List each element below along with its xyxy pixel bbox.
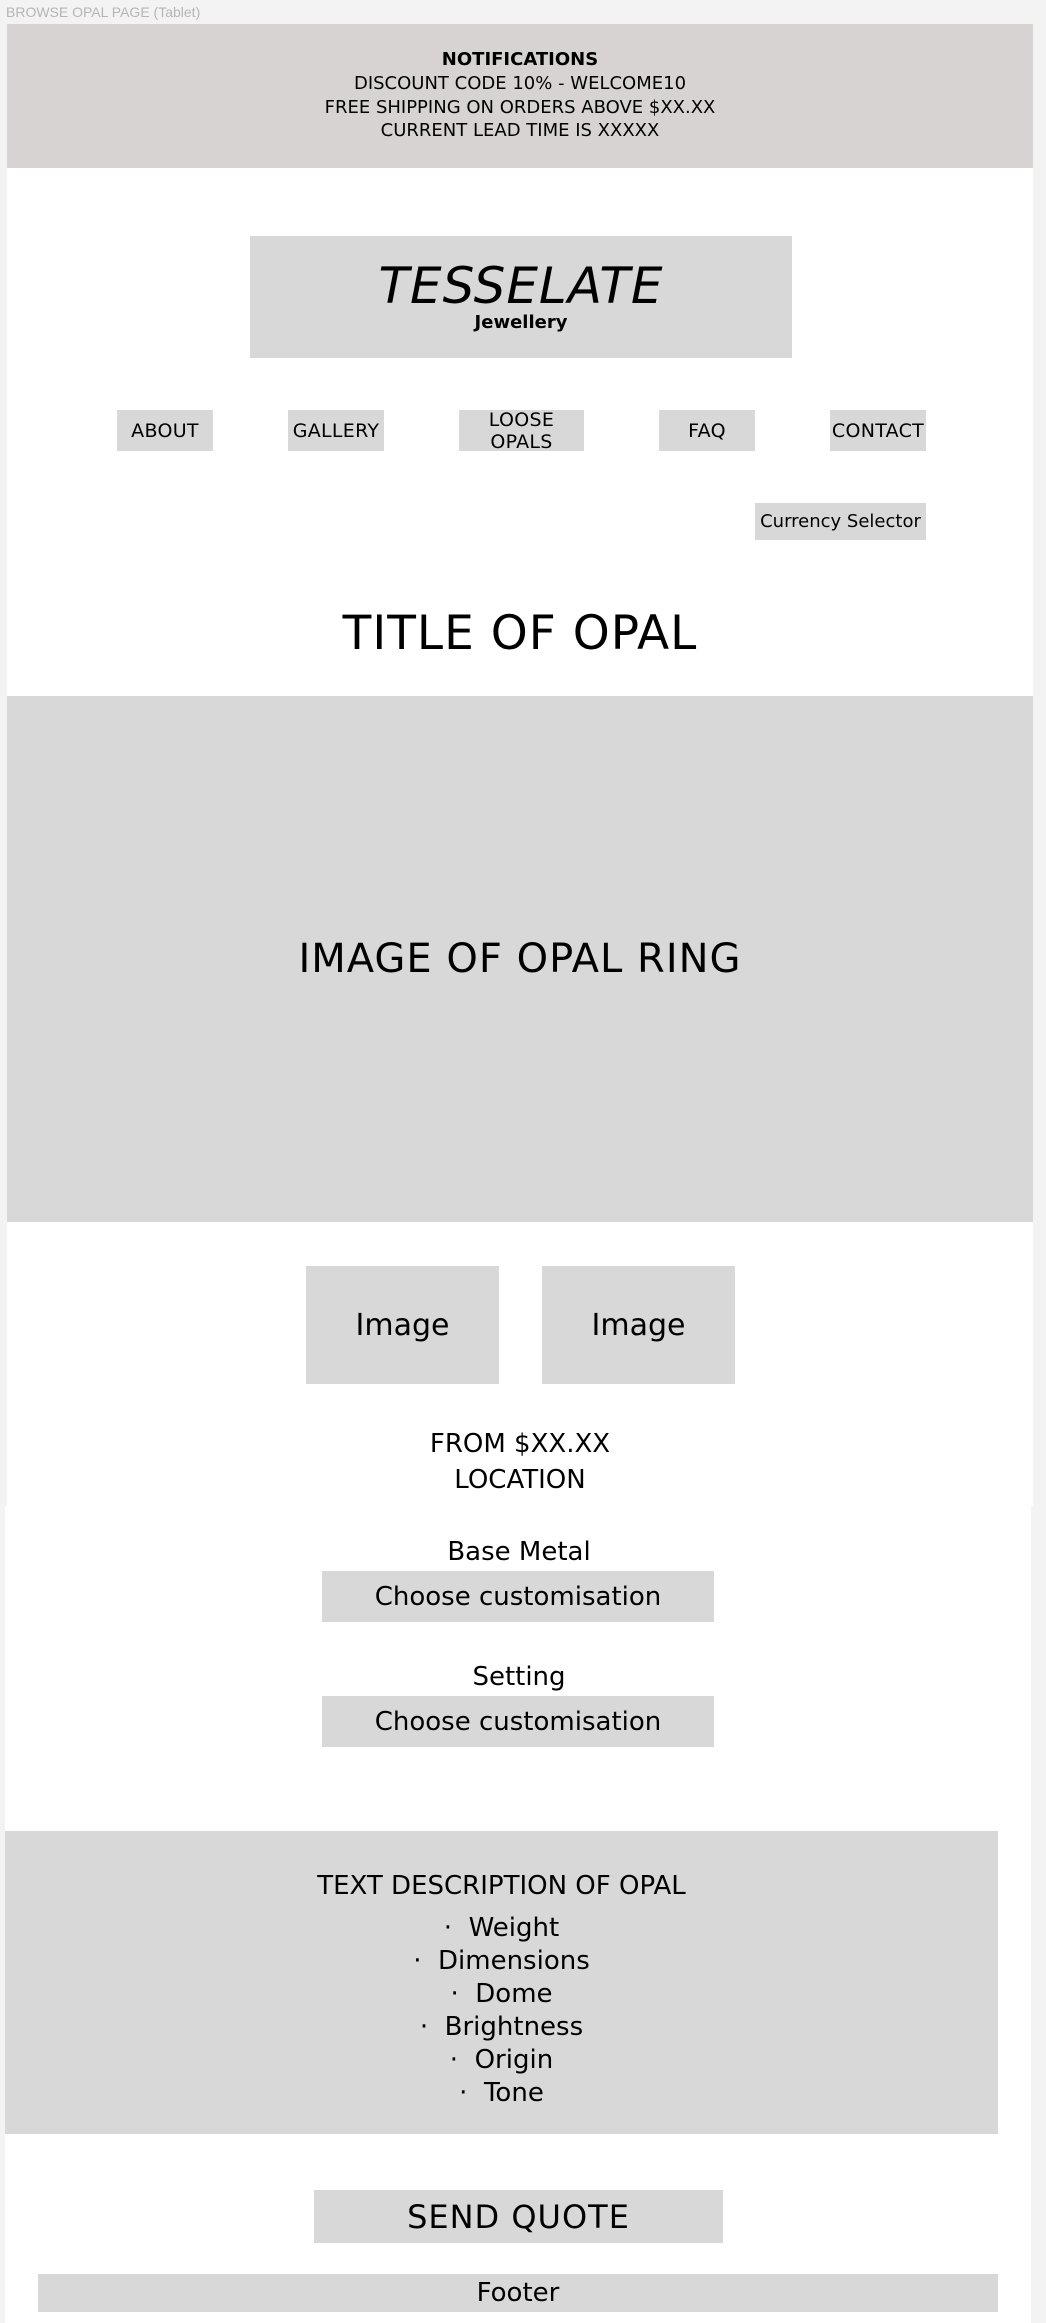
nav-loose-opals-button[interactable]: LOOSE OPALS [459,409,584,453]
bullet: · [413,1946,422,1976]
base-metal-select[interactable]: Choose customisation [322,1571,714,1622]
list-item: · Origin [450,2045,553,2078]
nav-faq-button[interactable]: FAQ [659,410,755,451]
notification-title: NOTIFICATIONS [441,48,599,70]
bullet: · [443,1913,453,1943]
price-text: FROM $XX.XX [429,1429,611,1459]
notification-line: CURRENT LEAD TIME IS XXXXX [380,119,660,141]
location-text: LOCATION [454,1465,586,1495]
base-metal-label: Base Metal [447,1537,591,1567]
nav-about-button[interactable]: ABOUT [117,410,213,451]
nav-contact-button[interactable]: CONTACT [830,410,926,451]
list-item: · Weight [444,1913,559,1946]
send-quote-button[interactable]: SEND QUOTE [314,2190,723,2243]
logo-tagline: Jewellery [474,311,568,333]
description-title: TEXT DESCRIPTION OF OPAL [317,1871,686,1901]
list-item-text: Origin [474,2045,554,2075]
main-product-image[interactable]: IMAGE OF OPAL RING [7,696,1033,1222]
description-panel: TEXT DESCRIPTION OF OPAL · Weight · Dime… [5,1831,998,2134]
list-item: · Dome [450,1979,552,2012]
page-label: BROWSE OPAL PAGE (Tablet) [6,4,201,20]
list-item-text: Weight [468,1913,560,1943]
setting-select[interactable]: Choose customisation [322,1696,714,1747]
bullet: · [419,2012,429,2042]
bullet: · [449,2045,459,2075]
thumbnail-image[interactable]: Image [542,1266,735,1384]
product-title: TITLE OF OPAL [342,605,698,661]
list-item-text: Brightness [444,2012,584,2042]
logo-brand: TESSELATE [378,257,664,315]
notification-line: DISCOUNT CODE 10% - WELCOME10 [353,72,687,94]
nav-gallery-button[interactable]: GALLERY [288,410,384,451]
setting-label: Setting [472,1662,566,1692]
list-item-text: Tone [483,2078,544,2108]
description-list: · Weight · Dimensions · Dome · Brightnes… [5,1913,998,2111]
footer: Footer [38,2274,998,2312]
currency-selector[interactable]: Currency Selector [755,503,926,540]
bullet: · [459,2078,468,2108]
list-item: · Brightness [420,2012,583,2045]
list-item: · Tone [459,2078,544,2111]
bullet: · [450,1979,459,2009]
notification-bar: NOTIFICATIONS DISCOUNT CODE 10% - WELCOM… [7,24,1033,168]
list-item-text: Dome [475,1979,553,2009]
list-item: · Dimensions [413,1946,590,1979]
list-item-text: Dimensions [438,1946,590,1976]
thumbnail-image[interactable]: Image [306,1266,499,1384]
logo[interactable]: TESSELATE Jewellery [250,236,792,358]
